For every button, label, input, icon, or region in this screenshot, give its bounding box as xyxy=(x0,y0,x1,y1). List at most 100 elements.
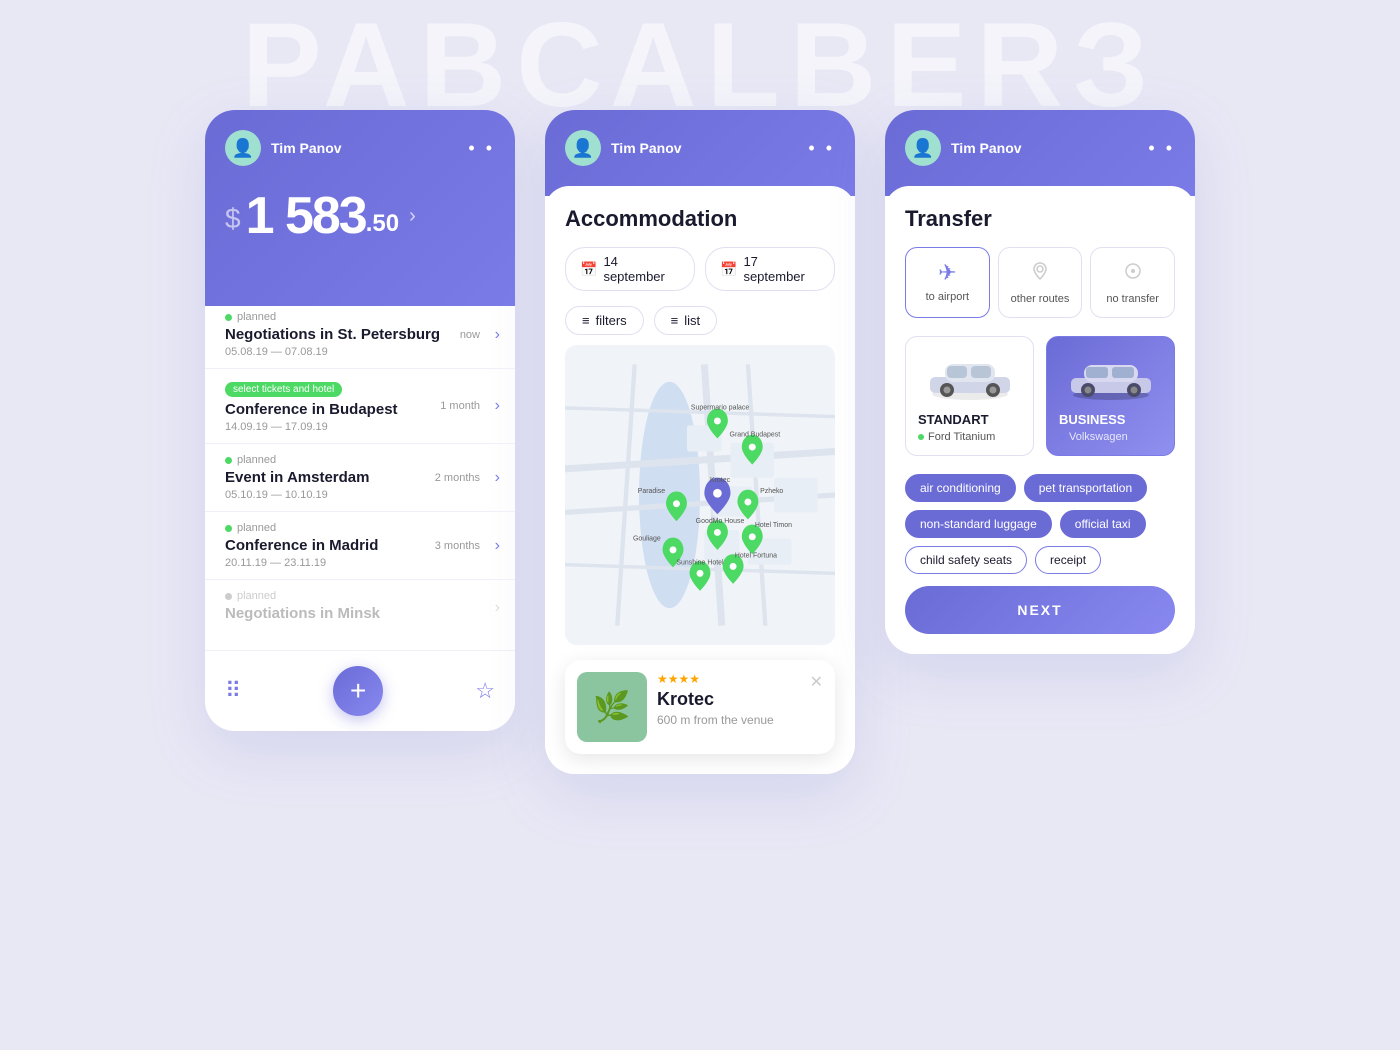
location-icon xyxy=(1007,260,1074,288)
hotel-distance: 600 m from the venue xyxy=(657,713,823,727)
dollar-sign: $ xyxy=(225,203,241,235)
phone1-body: planned Negotiations in St. Petersburg 0… xyxy=(205,286,515,650)
circle-svg xyxy=(1122,260,1144,282)
svg-text:Pzheko: Pzheko xyxy=(760,488,783,495)
chevron-right-icon: › xyxy=(495,397,500,415)
phones-container: 👤 Tim Panov • • $ 1 583 .50 › planned Ne… xyxy=(0,0,1400,774)
item-time: 2 months xyxy=(435,472,480,484)
tag-official-taxi[interactable]: official taxi xyxy=(1060,510,1146,538)
list-label: list xyxy=(684,313,700,328)
add-button[interactable]: + xyxy=(333,666,383,716)
list-item[interactable]: planned Event in Amsterdam 05.10.19 — 10… xyxy=(205,444,515,512)
star-icon[interactable]: ☆ xyxy=(475,678,495,704)
tag-air-conditioning[interactable]: air conditioning xyxy=(905,474,1016,502)
date-chip-2[interactable]: 📅 17 september xyxy=(705,247,835,291)
list-item[interactable]: planned Negotiations in St. Petersburg 0… xyxy=(205,301,515,369)
menu-dots-1[interactable]: • • xyxy=(468,138,495,159)
user-name-2: Tim Panov xyxy=(611,140,682,156)
phone1-footer: ⠿ + ☆ xyxy=(205,650,515,731)
chevron-right-icon: › xyxy=(495,469,500,487)
avatar-3: 👤 xyxy=(905,130,941,166)
car-image-standard xyxy=(925,349,1015,404)
item-time: now xyxy=(460,329,480,341)
avatar-1: 👤 xyxy=(225,130,261,166)
filter-label: filters xyxy=(596,313,627,328)
hotel-card: 🌿 ★★★★ Krotec 600 m from the venue ✕ xyxy=(565,660,835,754)
option-other-routes[interactable]: other routes xyxy=(998,247,1083,318)
status-dot-green xyxy=(225,525,232,532)
status-dot-gray xyxy=(225,593,232,600)
balance-cents: .50 xyxy=(366,210,399,238)
chevron-right-icon: › xyxy=(495,537,500,555)
option-label-airport: to airport xyxy=(914,291,981,303)
transfer-options: ✈ to airport other routes xyxy=(905,247,1175,318)
svg-text:Krotec: Krotec xyxy=(710,477,731,484)
hotel-info: ★★★★ Krotec 600 m from the venue xyxy=(657,672,823,727)
car-dot-business xyxy=(1059,434,1065,440)
list-item[interactable]: select tickets and hotel Conference in B… xyxy=(205,369,515,444)
list-item[interactable]: planned Negotiations in Minsk › xyxy=(205,580,515,635)
phone2-body: Accommodation 📅 14 september 📅 17 septem… xyxy=(545,186,855,774)
car-svg-standard xyxy=(925,352,1015,402)
car-name-standard: STANDART xyxy=(918,412,1021,427)
badge-select: select tickets and hotel xyxy=(225,382,342,397)
menu-dots-2[interactable]: • • xyxy=(808,138,835,159)
user-name-1: Tim Panov xyxy=(271,140,342,156)
car-image-business xyxy=(1066,349,1156,404)
item-time: 1 month xyxy=(440,400,480,412)
option-label-no-transfer: no transfer xyxy=(1099,293,1166,305)
phone-1: 👤 Tim Panov • • $ 1 583 .50 › planned Ne… xyxy=(205,110,515,731)
map-background: Supermario palace Grand Budapest Krotec … xyxy=(565,345,835,645)
item-time: 3 months xyxy=(435,540,480,552)
user-name-3: Tim Panov xyxy=(951,140,1022,156)
date-label-1: 14 september xyxy=(603,254,680,284)
date-label-2: 17 september xyxy=(743,254,820,284)
phone-3: 👤 Tim Panov • • Transfer ✈ to airport xyxy=(885,110,1195,654)
list-item[interactable]: planned Conference in Madrid 20.11.19 — … xyxy=(205,512,515,580)
item-status-label: planned xyxy=(237,590,276,602)
option-no-transfer[interactable]: no transfer xyxy=(1090,247,1175,318)
plane-icon: ✈ xyxy=(914,260,981,286)
option-label-routes: other routes xyxy=(1007,293,1074,305)
tags-row: air conditioning pet transportation non-… xyxy=(905,474,1175,574)
car-card-business[interactable]: BUSINESS Volkswagen xyxy=(1046,336,1175,456)
close-icon[interactable]: ✕ xyxy=(810,672,823,692)
phone1-header: 👤 Tim Panov • • $ 1 583 .50 › xyxy=(205,110,515,306)
svg-text:GoodMo House: GoodMo House xyxy=(696,518,745,525)
menu-dots-3[interactable]: • • xyxy=(1148,138,1175,159)
balance-arrow[interactable]: › xyxy=(409,205,416,228)
svg-text:Paradise: Paradise xyxy=(638,488,666,495)
car-dot-standard xyxy=(918,434,924,440)
accommodation-title: Accommodation xyxy=(565,206,835,232)
next-button[interactable]: NEXT xyxy=(905,586,1175,634)
chevron-right-icon: › xyxy=(495,326,500,344)
filters-button[interactable]: ≡ filters xyxy=(565,306,644,335)
balance-main: 1 583 xyxy=(246,186,366,246)
tag-child-safety-seats[interactable]: child safety seats xyxy=(905,546,1027,574)
date-chip-1[interactable]: 📅 14 september xyxy=(565,247,695,291)
grid-icon[interactable]: ⠿ xyxy=(225,678,241,704)
item-status-label: planned xyxy=(237,311,276,323)
car-name-business: BUSINESS xyxy=(1059,412,1162,427)
list-button[interactable]: ≡ list xyxy=(654,306,717,335)
option-to-airport[interactable]: ✈ to airport xyxy=(905,247,990,318)
tag-receipt[interactable]: receipt xyxy=(1035,546,1101,574)
pin-svg xyxy=(1029,260,1051,282)
hotel-stars: ★★★★ xyxy=(657,672,823,686)
car-options: STANDART Ford Titanium xyxy=(905,336,1175,456)
item-dates: 20.11.19 — 23.11.19 xyxy=(225,557,495,569)
filter-row: ≡ filters ≡ list xyxy=(565,306,835,335)
item-dates: 05.10.19 — 10.10.19 xyxy=(225,489,495,501)
phone3-body: Transfer ✈ to airport other routes xyxy=(885,186,1195,654)
tag-non-standard-luggage[interactable]: non-standard luggage xyxy=(905,510,1052,538)
car-card-standard[interactable]: STANDART Ford Titanium xyxy=(905,336,1034,456)
item-dates: 05.08.19 — 07.08.19 xyxy=(225,346,495,358)
calendar-icon-2: 📅 xyxy=(720,261,737,278)
hotel-name: Krotec xyxy=(657,689,823,710)
car-model-label-business: Volkswagen xyxy=(1069,431,1128,443)
item-title-faded: Negotiations in Minsk xyxy=(225,605,495,622)
item-title: Negotiations in St. Petersburg xyxy=(225,326,495,343)
status-dot-green xyxy=(225,314,232,321)
tag-pet-transportation[interactable]: pet transportation xyxy=(1024,474,1147,502)
svg-text:Gouliage: Gouliage xyxy=(633,535,661,542)
